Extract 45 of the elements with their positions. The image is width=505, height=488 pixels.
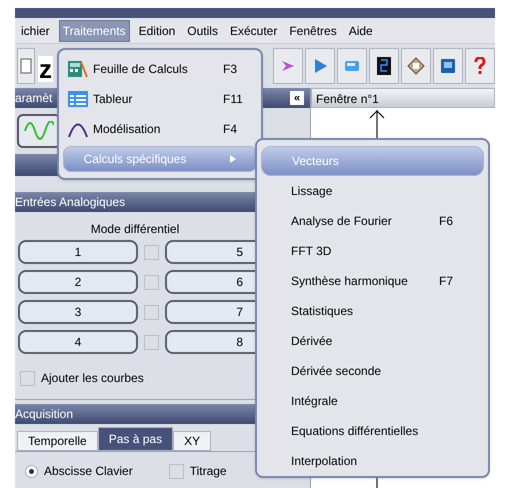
toolbar-button[interactable] [369,48,399,84]
graph-title-bar: Fenêtre n°1 [311,88,495,108]
play-icon [312,58,328,74]
option-label: Titrage [190,463,227,480]
document-icon [20,58,32,74]
help-icon [474,57,486,75]
channel-button[interactable]: 1 [18,240,138,264]
menu-item[interactable]: Feuille de Calculs F3 [63,56,257,82]
menu-item[interactable]: Tableur F11 [63,86,257,112]
option-label: Abscisse Clavier [44,463,133,480]
menu-item[interactable]: Fenêtres [286,20,340,40]
menu-item[interactable]: Dérivée seconde [261,356,484,386]
menu-item[interactable]: Outils [184,20,221,40]
menu-item[interactable]: Interpolation [261,446,484,476]
menu-item[interactable]: ichier [18,20,53,40]
panel-title: aramèt [15,90,52,107]
channel-button[interactable]: 2 [18,270,138,294]
tab[interactable]: Temporelle [17,431,98,451]
checkbox[interactable] [144,274,159,290]
checkbox[interactable] [20,370,35,386]
option-label: Ajouter les courbes [41,370,144,387]
collapse-button[interactable]: « [290,91,304,105]
checkbox[interactable] [144,244,159,260]
table-icon [67,90,89,108]
checkbox[interactable] [168,464,184,478]
digit-display-icon [377,57,391,75]
menu-item[interactable]: Aide [346,20,376,40]
window-icon [344,59,360,73]
submenu-arrow-icon [230,155,236,163]
checkbox[interactable] [144,304,159,320]
checkbox[interactable] [144,334,159,350]
background-letter: z [38,56,53,82]
menu-item[interactable]: Exécuter [226,20,280,40]
toolbar-button[interactable] [401,48,431,84]
mode-label: Mode différentiel [90,221,180,238]
channel-button[interactable]: 4 [18,330,138,354]
menu-item[interactable]: Modélisation F4 [63,116,257,142]
tab[interactable]: Pas à pas [98,427,174,451]
tab[interactable]: XY [173,431,212,451]
menu-item[interactable]: Edition [136,20,178,40]
channel-button[interactable]: 3 [18,300,138,324]
radio-button[interactable] [25,464,38,478]
spreadsheet-icon [67,59,89,79]
sine-wave-icon [24,121,54,141]
save-icon [441,59,455,73]
